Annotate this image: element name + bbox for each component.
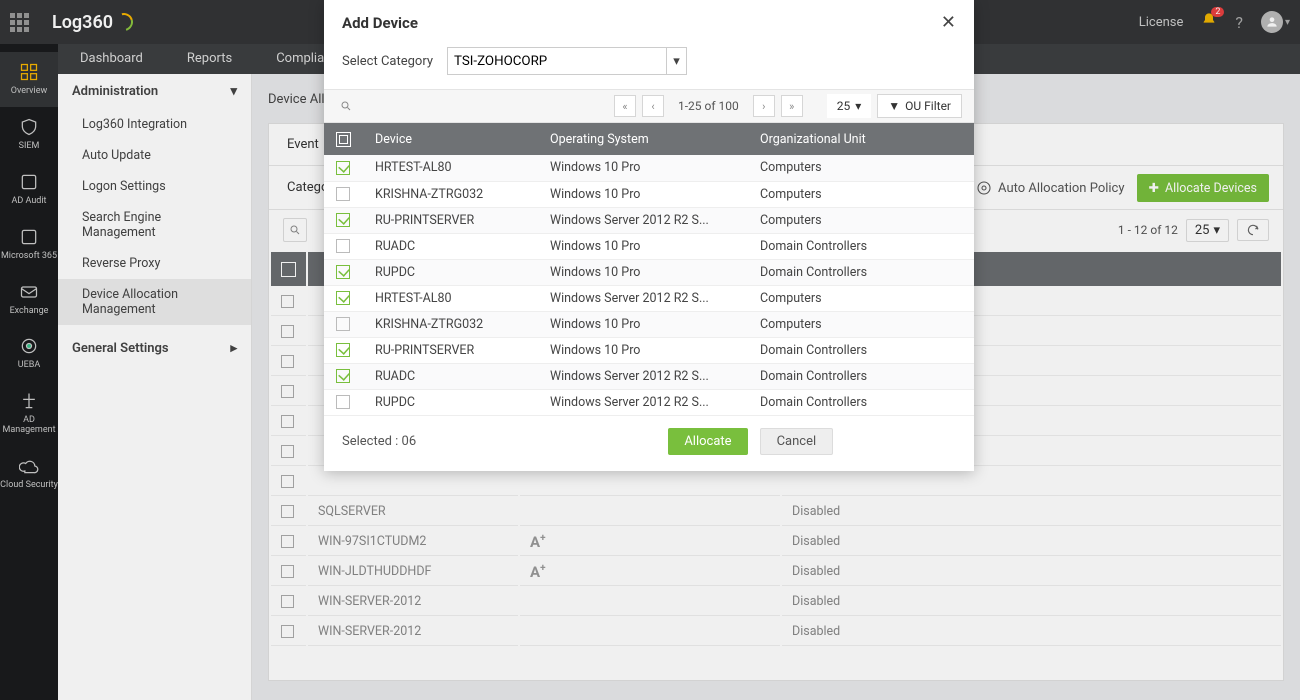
ou-filter-button[interactable]: ▼OU Filter xyxy=(877,94,962,118)
page-last-button[interactable]: » xyxy=(781,95,803,117)
table-row: RUADCWindows Server 2012 R2 S...Domain C… xyxy=(324,363,974,389)
row-checkbox[interactable] xyxy=(336,395,350,409)
row-checkbox[interactable] xyxy=(336,213,350,227)
row-checkbox[interactable] xyxy=(336,369,350,383)
row-checkbox[interactable] xyxy=(336,265,350,279)
table-row: RU-PRINTSERVERWindows Server 2012 R2 S..… xyxy=(324,207,974,233)
col-device: Device xyxy=(363,123,538,155)
filter-icon: ▼ xyxy=(888,99,900,113)
chevron-down-icon: ▾ xyxy=(855,99,861,113)
select-category-label: Select Category xyxy=(342,54,433,69)
table-row: RUPDCWindows Server 2012 R2 S...Domain C… xyxy=(324,389,974,415)
table-row: RU-PRINTSERVERWindows 10 ProDomain Contr… xyxy=(324,337,974,363)
page-size-select[interactable]: 25▾ xyxy=(827,94,872,118)
page-indicator: 1-25 of 100 xyxy=(670,99,747,113)
page-next-button[interactable]: › xyxy=(753,95,775,117)
page-first-button[interactable]: « xyxy=(614,95,636,117)
page-prev-button[interactable]: ‹ xyxy=(642,95,664,117)
allocate-button[interactable]: Allocate xyxy=(668,428,747,455)
col-ou: Organizational Unit xyxy=(748,123,974,155)
add-device-table: Device Operating System Organizational U… xyxy=(324,123,974,416)
modal-title: Add Device xyxy=(342,14,418,32)
category-select[interactable]: TSI-ZOHOCORP xyxy=(447,47,687,75)
row-checkbox[interactable] xyxy=(336,161,350,175)
row-checkbox[interactable] xyxy=(336,317,350,331)
table-row: KRISHNA-ZTRG032Windows 10 ProComputers xyxy=(324,311,974,337)
row-checkbox[interactable] xyxy=(336,239,350,253)
table-row: HRTEST-AL80Windows 10 ProComputers xyxy=(324,155,974,181)
add-device-modal: Add Device ✕ Select Category TSI-ZOHOCOR… xyxy=(324,0,974,471)
search-icon[interactable] xyxy=(336,96,356,116)
table-row: KRISHNA-ZTRG032Windows 10 ProComputers xyxy=(324,181,974,207)
col-os: Operating System xyxy=(538,123,748,155)
row-checkbox[interactable] xyxy=(336,187,350,201)
table-row: HRTEST-AL80Windows Server 2012 R2 S...Co… xyxy=(324,285,974,311)
row-checkbox[interactable] xyxy=(336,343,350,357)
close-icon[interactable]: ✕ xyxy=(941,12,956,33)
modal-toolbar: « ‹ 1-25 of 100 › » 25▾ ▼OU Filter xyxy=(324,89,974,123)
table-row: RUPDCWindows 10 ProDomain Controllers xyxy=(324,259,974,285)
selected-count: Selected : 06 xyxy=(342,434,416,449)
select-all-checkbox[interactable] xyxy=(336,132,351,147)
table-row: RUADCWindows 10 ProDomain Controllers xyxy=(324,233,974,259)
cancel-button[interactable]: Cancel xyxy=(760,428,834,455)
row-checkbox[interactable] xyxy=(336,291,350,305)
